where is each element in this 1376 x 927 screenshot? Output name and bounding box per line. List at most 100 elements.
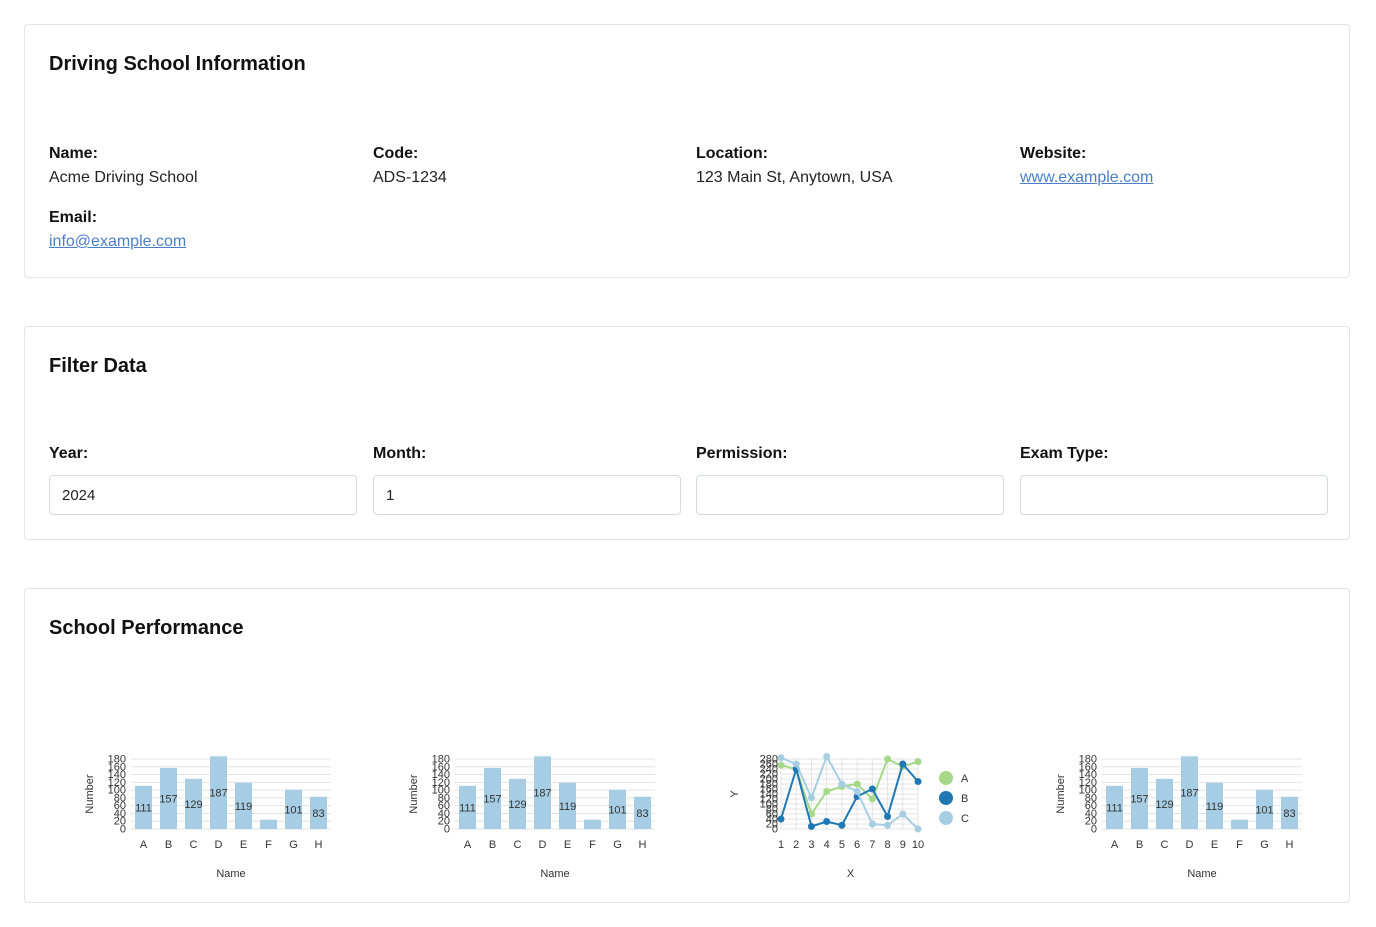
x-tick-label: 7 [869,839,875,851]
data-label: 101 [1255,804,1273,816]
y-tick-label: 180 [432,754,450,766]
bar-chart-1: 020406080100120140160180A111B157C129D187… [84,754,331,880]
x-tick-label: B [165,839,172,851]
x-tick-label: G [1260,839,1269,851]
x-tick-label: A [1111,839,1119,851]
year-label: Year: [49,445,89,462]
data-label: 187 [1180,788,1198,800]
data-point-B [777,815,785,823]
x-tick-label: B [489,839,496,851]
bar [1231,819,1248,829]
data-point-A [777,761,785,769]
x-tick-label: 10 [912,839,924,851]
data-point-C [823,753,831,760]
data-point-C [777,754,785,762]
legend-marker-C [939,811,953,825]
y-tick-label: 180 [1079,754,1097,766]
data-label: 157 [483,793,501,805]
x-tick-label: C [514,839,522,851]
legend-label-A: A [961,773,969,785]
name-value: Acme Driving School [49,169,198,186]
y-axis-label: Number [408,774,420,813]
y-tick-label: 280 [760,754,778,766]
x-tick-label: D [1186,839,1194,851]
x-tick-label: C [190,839,198,851]
x-tick-label: A [140,839,148,851]
x-tick-label: E [240,839,247,851]
x-tick-label: 8 [884,839,890,851]
permission-input[interactable] [696,475,1004,515]
y-axis-label: Y [729,790,741,798]
data-point-B [868,785,876,793]
data-point-B [807,823,815,830]
legend-marker-A [939,771,953,785]
data-point-A [823,788,831,795]
y-tick-label: 180 [108,754,126,766]
data-label: 157 [1130,793,1148,805]
y-axis-label: Number [1055,774,1067,813]
data-label: 129 [508,799,526,811]
code-label: Code: [373,145,419,162]
x-tick-label: A [464,839,472,851]
data-point-C [914,825,922,833]
x-tick-label: 6 [854,839,860,851]
performance-card: School Performance 0 20 40 60 80 100 120 140 160… [24,588,1350,903]
x-tick-label: F [1236,839,1243,851]
data-label: 111 [459,802,476,814]
exam-type-input[interactable] [1020,475,1328,515]
email-link[interactable]: info@example.com [49,233,186,250]
location-label: Location: [696,145,768,162]
code-value: ADS-1234 [373,169,447,186]
x-tick-label: H [639,839,647,851]
data-label: 157 [159,793,177,805]
x-axis-label: X [847,868,855,880]
website-link[interactable]: www.example.com [1020,169,1153,186]
x-tick-label: G [613,839,622,851]
filter-card: Filter Data Year: Month: Permission: Exa… [24,326,1350,540]
exam-type-label: Exam Type: [1020,445,1109,462]
data-point-C [884,821,892,829]
line-chart: 0204060801001201401601802002202402602801… [729,753,969,880]
data-label: 187 [209,788,227,800]
data-label: 101 [284,804,302,816]
x-axis-label: Name [540,868,569,880]
x-tick-label: G [289,839,298,851]
permission-label: Permission: [696,445,788,462]
legend-label-C: C [961,813,969,825]
name-label: Name: [49,145,98,162]
name-field: Name: Acme Driving School [49,144,198,188]
data-label: 83 [636,808,648,820]
bar [584,819,601,829]
email-field: Email: info@example.com [49,208,186,252]
data-point-C [853,788,861,795]
performance-title: School Performance [49,617,244,639]
data-point-A [868,795,876,803]
data-label: 129 [1155,799,1173,811]
school-info-card: Driving School Information Name: Acme Dr… [24,24,1350,278]
data-point-C [792,760,800,768]
data-point-B [884,813,892,820]
year-input[interactable] [49,475,357,515]
x-tick-label: F [265,839,272,851]
website-field: Website: www.example.com [1020,144,1153,188]
data-label: 111 [135,802,152,814]
x-tick-label: 1 [778,839,784,851]
data-label: 119 [559,801,577,813]
data-point-B [914,778,922,785]
x-tick-label: D [215,839,223,851]
filter-title: Filter Data [49,355,147,377]
data-label: 129 [184,799,202,811]
school-info-title: Driving School Information [49,53,306,75]
x-axis-label: Name [1187,868,1216,880]
code-field: Code: ADS-1234 [373,144,447,188]
data-label: 111 [1106,802,1123,814]
x-tick-label: E [1211,839,1218,851]
bar-chart-2: 020406080100120140160180A111B157C129D187… [408,754,655,880]
x-tick-label: 5 [839,839,845,851]
month-label: Month: [373,445,427,462]
bar [260,819,277,829]
data-label: 119 [235,801,253,813]
month-input[interactable] [373,475,681,515]
legend-label-B: B [961,793,968,805]
location-value: 123 Main St, Anytown, USA [696,169,893,186]
